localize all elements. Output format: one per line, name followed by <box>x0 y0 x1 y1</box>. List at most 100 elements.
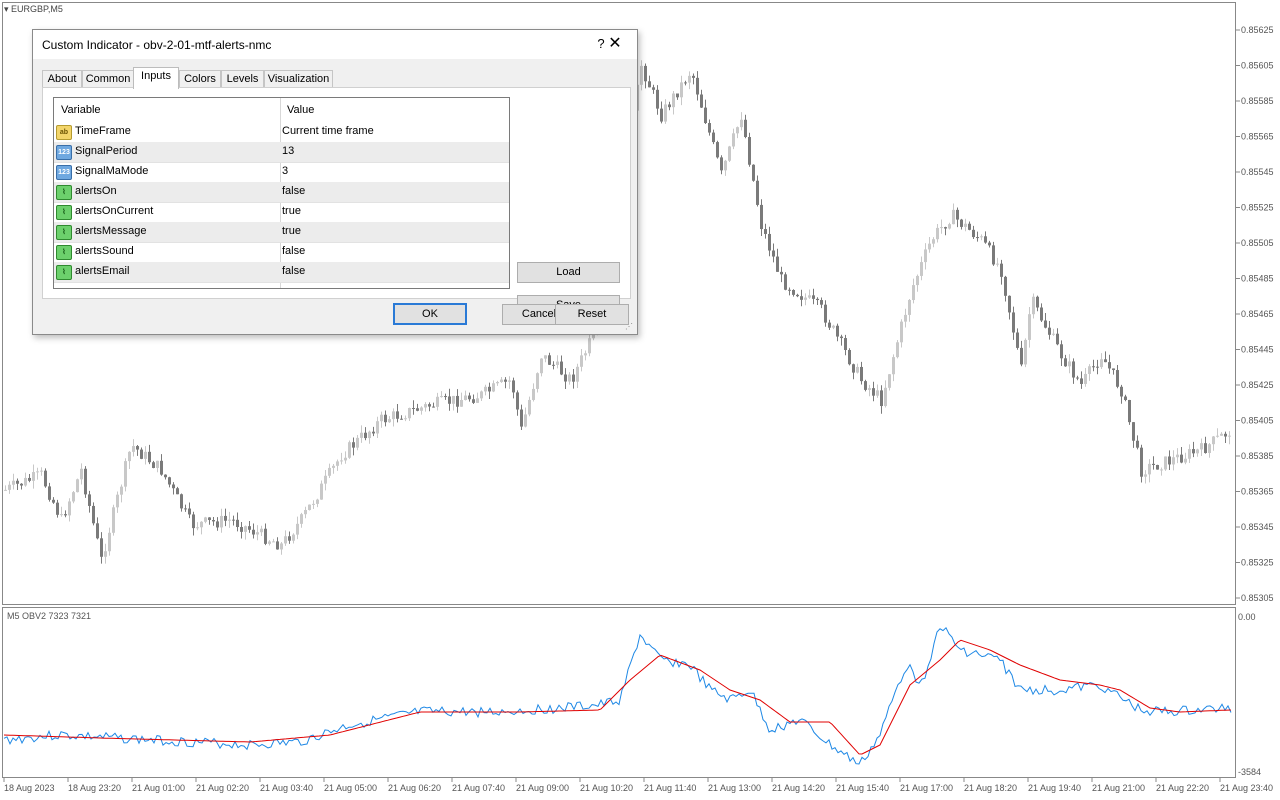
candle-body <box>24 477 27 486</box>
candle-body <box>808 295 811 298</box>
candle-body <box>1024 339 1027 365</box>
candle-body <box>460 399 463 407</box>
candle-body <box>1120 386 1123 397</box>
candle-body <box>388 419 391 423</box>
table-row[interactable]: ⌇ alertsEmail false <box>54 262 509 283</box>
time-label: 21 Aug 21:00 <box>1092 783 1145 793</box>
candle-body <box>1188 449 1191 459</box>
row-value[interactable]: true <box>282 205 301 217</box>
candle-body <box>932 239 935 244</box>
candle-body <box>1016 332 1019 348</box>
row-value[interactable]: false <box>282 265 305 277</box>
candle-body <box>1124 396 1127 400</box>
candle-body <box>228 519 231 521</box>
tab-levels[interactable]: Levels <box>221 70 264 88</box>
candle-body <box>396 411 399 419</box>
tab-common[interactable]: Common <box>82 70 134 88</box>
candle-body <box>204 517 207 522</box>
tab-inputs[interactable]: Inputs <box>133 67 179 89</box>
candle-body <box>36 471 39 473</box>
candle-body <box>148 451 151 463</box>
table-row[interactable]: ab TimeFrame Current time frame <box>54 122 509 143</box>
table-row[interactable]: 123 SignalMaMode 3 <box>54 162 509 183</box>
row-value[interactable]: 3 <box>282 165 288 177</box>
candle-body <box>864 381 867 390</box>
candle-body <box>384 414 387 423</box>
candle-body <box>4 489 7 491</box>
candle-body <box>652 87 655 90</box>
row-value[interactable]: Current time frame <box>282 125 374 137</box>
candle-body <box>812 295 815 299</box>
candle-body <box>464 395 467 400</box>
candle-body <box>468 395 471 400</box>
candle-body <box>1068 361 1071 367</box>
candle-body <box>1032 296 1035 315</box>
candle-body <box>516 392 519 410</box>
candle-body <box>760 204 763 230</box>
row-value[interactable]: true <box>282 225 301 237</box>
candle-body <box>232 519 235 521</box>
candle-body <box>8 484 11 490</box>
row-variable: alertsEmail <box>75 265 130 277</box>
price-label: 0.85565 <box>1241 132 1274 142</box>
candle-body <box>940 227 943 229</box>
candle-body <box>72 492 75 502</box>
dropdown-icon[interactable]: ▾ <box>4 4 9 14</box>
candle-body <box>916 275 919 286</box>
candle-body <box>540 358 543 374</box>
candle-body <box>356 437 359 448</box>
candle-body <box>956 209 959 220</box>
resize-grip-icon[interactable]: ⋰ <box>625 322 633 331</box>
candle-body <box>944 227 947 229</box>
time-label: 21 Aug 06:20 <box>388 783 441 793</box>
candle-body <box>796 294 799 297</box>
dialog-title: Custom Indicator - obv-2-01-mtf-alerts-n… <box>42 38 272 52</box>
candle-body <box>392 411 395 420</box>
candle-body <box>684 82 687 84</box>
tab-visualization[interactable]: Visualization <box>264 70 333 88</box>
price-label: 0.85605 <box>1241 61 1274 71</box>
dialog-titlebar[interactable]: Custom Indicator - obv-2-01-mtf-alerts-n… <box>33 30 637 59</box>
table-row[interactable]: ⌇ alertsOn false <box>54 182 509 203</box>
candle-body <box>840 336 843 339</box>
row-variable: SignalMaMode <box>75 165 149 177</box>
candle-body <box>528 399 531 415</box>
price-label: 0.85365 <box>1241 487 1274 497</box>
candle-body <box>676 93 679 98</box>
candle-body <box>324 475 327 484</box>
tab-colors[interactable]: Colors <box>179 70 221 88</box>
candle-body <box>476 398 479 403</box>
candle-body <box>572 374 575 382</box>
candle-body <box>824 304 827 323</box>
time-label: 21 Aug 11:40 <box>644 783 696 793</box>
candle-body <box>216 521 219 528</box>
candle-body <box>196 527 199 529</box>
candle-body <box>260 528 263 533</box>
ok-button[interactable]: OK <box>393 303 467 325</box>
candle-body <box>456 395 459 407</box>
price-label: 0.85505 <box>1241 238 1274 248</box>
candle-body <box>300 514 303 524</box>
candle-body <box>220 515 223 528</box>
candle-body <box>1196 449 1199 454</box>
candle-body <box>172 484 175 489</box>
price-label: 0.85465 <box>1241 309 1274 319</box>
candle-body <box>408 408 411 419</box>
candle-body <box>440 396 443 398</box>
reset-button[interactable]: Reset <box>555 304 629 325</box>
table-row[interactable]: ⌇ alertsOnCurrent true <box>54 202 509 223</box>
row-value[interactable]: 13 <box>282 145 294 157</box>
close-button[interactable]: ✕ <box>605 34 625 54</box>
candle-body <box>960 219 963 227</box>
tab-about[interactable]: About <box>42 70 82 88</box>
load-button[interactable]: Load <box>517 262 620 283</box>
table-row[interactable]: ⌇ alertsSound false <box>54 242 509 263</box>
indicator-label: M5 OBV2 7323 7321 <box>7 611 92 621</box>
table-row[interactable]: ⌇ alertsMessage true <box>54 222 509 243</box>
row-value[interactable]: false <box>282 185 305 197</box>
row-value[interactable]: false <box>282 245 305 257</box>
candle-body <box>948 224 951 229</box>
candle-body <box>1220 433 1223 436</box>
table-row[interactable]: 123 SignalPeriod 13 <box>54 142 509 163</box>
bool-icon: ⌇ <box>56 265 72 280</box>
